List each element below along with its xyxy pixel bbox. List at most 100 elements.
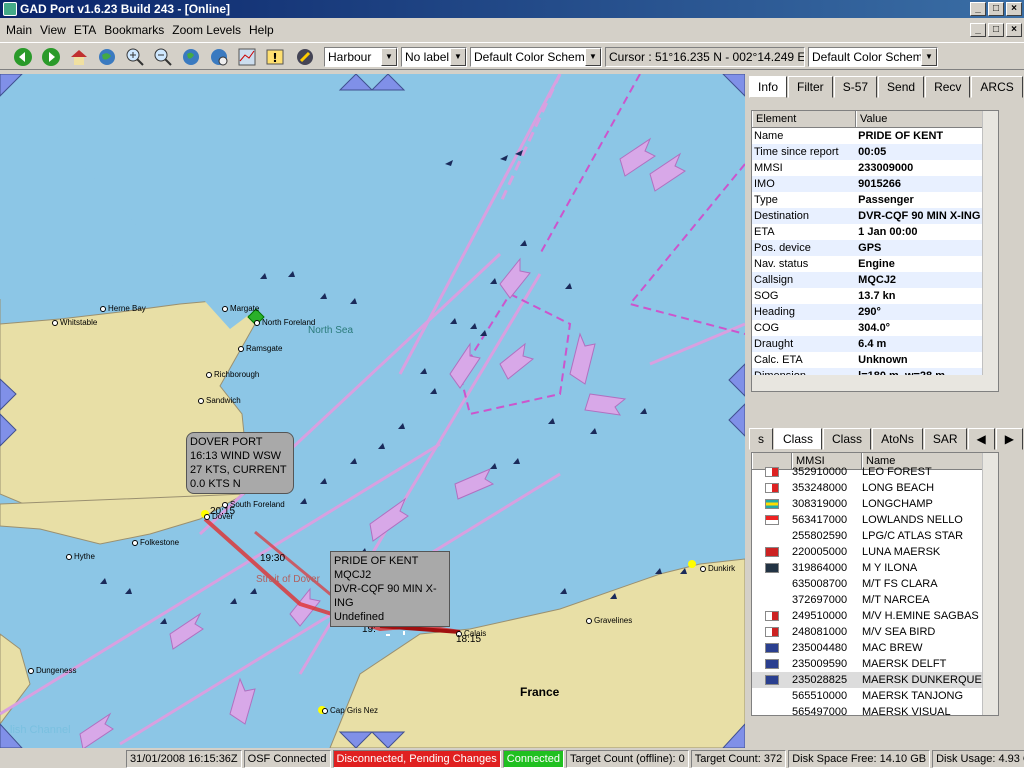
vessel-mmsi: 319864000 — [792, 562, 848, 574]
tab-sar[interactable]: SAR — [923, 428, 967, 450]
maximize-button[interactable]: □ — [988, 2, 1004, 16]
info-value: 233009000 — [858, 162, 914, 174]
vessel-mmsi: 235028825 — [792, 674, 848, 686]
info-row[interactable]: Time since report 00:05 — [752, 144, 998, 160]
tab-s57[interactable]: S-57 — [833, 76, 878, 98]
vessel-name: LEO FOREST — [862, 466, 932, 478]
info-hscrollbar[interactable] — [752, 375, 998, 391]
class-tabs: s Class A Class B AtoNs SAR ◀ ▶ — [749, 428, 1024, 466]
column-header-element[interactable]: Element — [752, 111, 856, 127]
zoom-in-icon[interactable] — [124, 46, 146, 68]
chart-icon[interactable] — [236, 46, 258, 68]
vessel-row[interactable]: 235028825 MAERSK DUNKERQUE — [752, 672, 998, 688]
dover-port-callout[interactable]: DOVER PORT 16:13 WIND WSW 27 KTS, CURRENT 0… — [186, 432, 294, 494]
chart-map[interactable]: Herne Bay Whitstable Margate North Forel… — [0, 74, 745, 748]
zoom-out-icon[interactable] — [152, 46, 174, 68]
info-row[interactable]: Nav. status Engine — [752, 256, 998, 272]
menu-zoom-levels[interactable]: Zoom Levels — [168, 21, 245, 39]
tab-class-a[interactable]: Class A — [774, 428, 823, 466]
info-row[interactable]: Name PRIDE OF KENT — [752, 128, 998, 144]
vessel-row[interactable]: 372697000 M/T NARCEA — [752, 592, 998, 608]
vessel-row[interactable]: 319864000 M Y ILONA — [752, 560, 998, 576]
label-select[interactable]: No label ▼ — [401, 47, 467, 67]
tab-info[interactable]: Info — [749, 76, 788, 98]
minimize-button[interactable]: _ — [970, 2, 986, 16]
vessel-mmsi: 220005000 — [792, 546, 848, 558]
tab-arcs[interactable]: ARCS — [971, 76, 1023, 98]
tab-scroll-right-icon[interactable]: ▶ — [995, 428, 1023, 450]
vessel-row[interactable]: 352910000 LEO FOREST — [752, 464, 998, 480]
tab-class-b[interactable]: Class B — [823, 428, 872, 466]
info-row[interactable]: Destination DVR-CQF 90 MIN X-ING — [752, 208, 998, 224]
vessel-row[interactable]: 255802590 LPG/C ATLAS STAR — [752, 528, 998, 544]
info-tabs: Info Filter S-57 Send Recv ARCS — [749, 76, 1024, 98]
info-value: Passenger — [858, 194, 914, 206]
globe-zoom-icon[interactable] — [180, 46, 202, 68]
info-key: Destination — [754, 210, 810, 222]
tab-scroll-left-icon[interactable]: ◀ — [967, 428, 995, 450]
info-scrollbar[interactable] — [982, 111, 998, 376]
vessel-row[interactable]: 235004480 MAC BREW — [752, 640, 998, 656]
info-row[interactable]: IMO 9015266 — [752, 176, 998, 192]
vessel-row[interactable]: 635008700 M/T FS CLARA — [752, 576, 998, 592]
vessel-scrollbar[interactable] — [982, 453, 998, 715]
tab-send[interactable]: Send — [878, 76, 925, 98]
flag-cell — [752, 608, 792, 624]
flag-icon — [765, 643, 779, 653]
mdi-restore-button[interactable]: □ — [988, 23, 1004, 37]
vessel-name: LPG/C ATLAS STAR — [862, 530, 964, 542]
warning-icon[interactable]: ! — [264, 46, 286, 68]
vessel-row[interactable]: 220005000 LUNA MAERSK — [752, 544, 998, 560]
place-margate: Margate — [222, 304, 259, 313]
vessel-row[interactable]: 235009590 MAERSK DELFT — [752, 656, 998, 672]
mdi-minimize-button[interactable]: _ — [970, 23, 986, 37]
home-icon[interactable] — [68, 46, 90, 68]
info-row[interactable]: Heading 290° — [752, 304, 998, 320]
area-select[interactable]: Harbour ▼ — [324, 47, 398, 67]
info-row[interactable]: Callsign MQCJ2 — [752, 272, 998, 288]
vessel-name: LONGCHAMP — [862, 498, 933, 510]
color-scheme-select[interactable]: Default Color Scheme ▼ — [470, 47, 602, 67]
info-row[interactable]: Pos. device GPS — [752, 240, 998, 256]
menu-bookmarks[interactable]: Bookmarks — [100, 21, 168, 39]
menu-eta[interactable]: ETA — [70, 21, 100, 39]
flag-cell — [752, 544, 792, 560]
vessel-row[interactable]: 565510000 MAERSK TANJONG — [752, 688, 998, 704]
info-row[interactable]: Draught 6.4 m — [752, 336, 998, 352]
tab-recv[interactable]: Recv — [925, 76, 971, 98]
vessel-row[interactable]: 353248000 LONG BEACH — [752, 480, 998, 496]
vessel-row[interactable]: 248081000 M/V SEA BIRD — [752, 624, 998, 640]
close-button[interactable]: × — [1006, 2, 1022, 16]
settings-icon[interactable] — [294, 46, 316, 68]
info-row[interactable]: ETA 1 Jan 00:00 — [752, 224, 998, 240]
column-header-value[interactable]: Value — [856, 111, 984, 127]
mdi-close-button[interactable]: × — [1006, 23, 1022, 37]
vessel-row[interactable]: 563417000 LOWLANDS NELLO — [752, 512, 998, 528]
vessel-callout[interactable]: PRIDE OF KENT MQCJ2 DVR-CQF 90 MIN X-ING Un… — [330, 551, 450, 627]
info-value: 9015266 — [858, 178, 901, 190]
color-scheme-select-2[interactable]: Default Color Scheme ▼ — [808, 47, 938, 67]
flag-icon — [765, 515, 779, 525]
globe-icon[interactable] — [96, 46, 118, 68]
info-row[interactable]: SOG 13.7 kn — [752, 288, 998, 304]
info-row[interactable]: Type Passenger — [752, 192, 998, 208]
vessel-mmsi: 353248000 — [792, 482, 848, 494]
info-table: Element Value Name PRIDE OF KENT Time sinc… — [751, 110, 999, 392]
back-icon[interactable] — [12, 46, 34, 68]
vessel-row[interactable]: 565497000 MAERSK VISUAL — [752, 704, 998, 715]
info-row[interactable]: COG 304.0° — [752, 320, 998, 336]
menu-help[interactable]: Help — [245, 21, 278, 39]
vessel-row[interactable]: 249510000 M/V H.EMINE SAGBAS — [752, 608, 998, 624]
chevron-down-icon: ▼ — [450, 48, 466, 66]
tab-s[interactable]: s — [749, 428, 773, 450]
chevron-down-icon: ▼ — [585, 48, 601, 66]
vessel-row[interactable]: 308319000 LONGCHAMP — [752, 496, 998, 512]
forward-icon[interactable] — [40, 46, 62, 68]
tab-atons[interactable]: AtoNs — [872, 428, 923, 450]
menu-view[interactable]: View — [36, 21, 70, 39]
tab-filter[interactable]: Filter — [788, 76, 833, 98]
menu-main[interactable]: Main — [2, 21, 36, 39]
globe-refresh-icon[interactable] — [208, 46, 230, 68]
info-row[interactable]: MMSI 233009000 — [752, 160, 998, 176]
info-row[interactable]: Calc. ETA Unknown — [752, 352, 998, 368]
